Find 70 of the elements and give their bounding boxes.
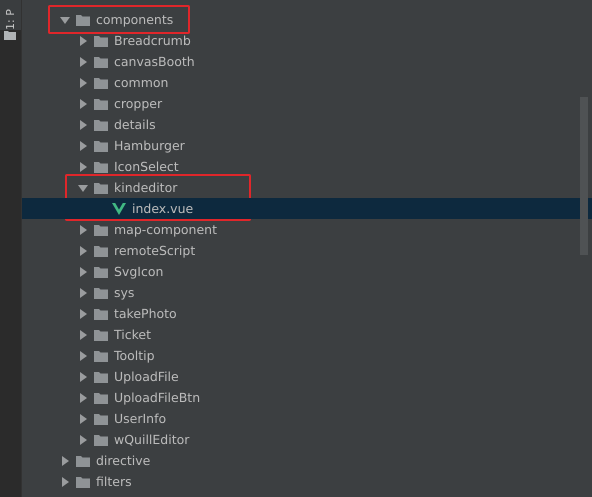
folder-icon <box>94 98 108 110</box>
expand-arrow-icon[interactable] <box>78 78 88 88</box>
expand-arrow-icon[interactable] <box>78 288 88 298</box>
folder-name[interactable]: Hamburger <box>114 138 185 153</box>
expand-arrow-icon[interactable] <box>78 392 88 402</box>
expand-arrow-icon[interactable] <box>78 434 88 444</box>
folder-icon <box>94 76 108 88</box>
folder-name[interactable]: components <box>96 12 174 27</box>
scrollbar-thumb[interactable] <box>580 97 588 255</box>
folder-icon <box>76 476 90 488</box>
folder-name[interactable]: wQuillEditor <box>114 432 190 447</box>
folder-icon <box>94 34 108 46</box>
folder-icon <box>94 224 108 236</box>
folder-name[interactable]: details <box>114 117 156 132</box>
folder-icon <box>94 370 108 382</box>
folder-name[interactable]: UploadFileBtn <box>114 390 200 405</box>
file-name[interactable]: index.vue <box>132 201 194 216</box>
folder-name[interactable]: UploadFile <box>114 369 179 384</box>
folder-icon <box>76 454 90 466</box>
expand-arrow-icon[interactable] <box>60 476 70 486</box>
expand-arrow-icon[interactable] <box>78 246 88 256</box>
folder-icon <box>94 182 108 194</box>
folder-icon <box>94 434 108 446</box>
folder-name[interactable]: IconSelect <box>114 159 179 174</box>
vue-file-icon <box>112 202 126 214</box>
project-tab[interactable]: 1: P <box>0 0 21 30</box>
expand-arrow-icon[interactable] <box>78 308 88 318</box>
folder-icon <box>94 350 108 362</box>
folder-icon <box>94 56 108 68</box>
folder-name[interactable]: Breadcrumb <box>114 33 191 48</box>
folder-name[interactable]: sys <box>114 285 134 300</box>
expand-arrow-icon[interactable] <box>78 266 88 276</box>
folder-name[interactable]: cropper <box>114 96 162 111</box>
expand-arrow-icon[interactable] <box>78 372 88 382</box>
expand-arrow-icon[interactable] <box>78 162 88 172</box>
folder-name[interactable]: takePhoto <box>114 306 177 321</box>
folder-name[interactable]: Ticket <box>114 327 151 342</box>
expand-arrow-icon[interactable] <box>78 140 88 150</box>
folder-icon <box>94 160 108 172</box>
expand-arrow-icon[interactable] <box>78 350 88 360</box>
expand-arrow-icon[interactable] <box>78 36 88 46</box>
collapse-arrow-icon[interactable] <box>60 14 70 24</box>
expand-arrow-icon[interactable] <box>60 456 70 466</box>
collapse-arrow-icon[interactable] <box>78 182 88 192</box>
folder-icon <box>94 286 108 298</box>
folder-name[interactable]: map-component <box>114 222 217 237</box>
expand-arrow-icon[interactable] <box>78 120 88 130</box>
folder-name[interactable]: directive <box>96 453 150 468</box>
folder-name[interactable]: filters <box>96 474 132 489</box>
folder-icon <box>94 308 108 320</box>
folder-name[interactable]: UserInfo <box>114 411 166 426</box>
expand-arrow-icon[interactable] <box>78 56 88 66</box>
folder-name[interactable]: common <box>114 75 168 90</box>
folder-name[interactable]: canvasBooth <box>114 54 195 69</box>
folder-icon <box>94 412 108 424</box>
expand-arrow-icon[interactable] <box>78 98 88 108</box>
folder-icon <box>94 392 108 404</box>
expand-arrow-icon[interactable] <box>78 330 88 340</box>
folder-name[interactable]: kindeditor <box>114 180 178 195</box>
folder-name[interactable]: SvgIcon <box>114 264 164 279</box>
folder-icon <box>94 140 108 152</box>
folder-icon <box>94 118 108 130</box>
folder-icon <box>94 244 108 256</box>
folder-name[interactable]: Tooltip <box>114 348 155 363</box>
folder-icon <box>94 266 108 278</box>
folder-icon <box>76 14 90 26</box>
folder-name[interactable]: remoteScript <box>114 243 196 258</box>
folder-icon <box>94 328 108 340</box>
expand-arrow-icon[interactable] <box>78 414 88 424</box>
expand-arrow-icon[interactable] <box>78 224 88 234</box>
